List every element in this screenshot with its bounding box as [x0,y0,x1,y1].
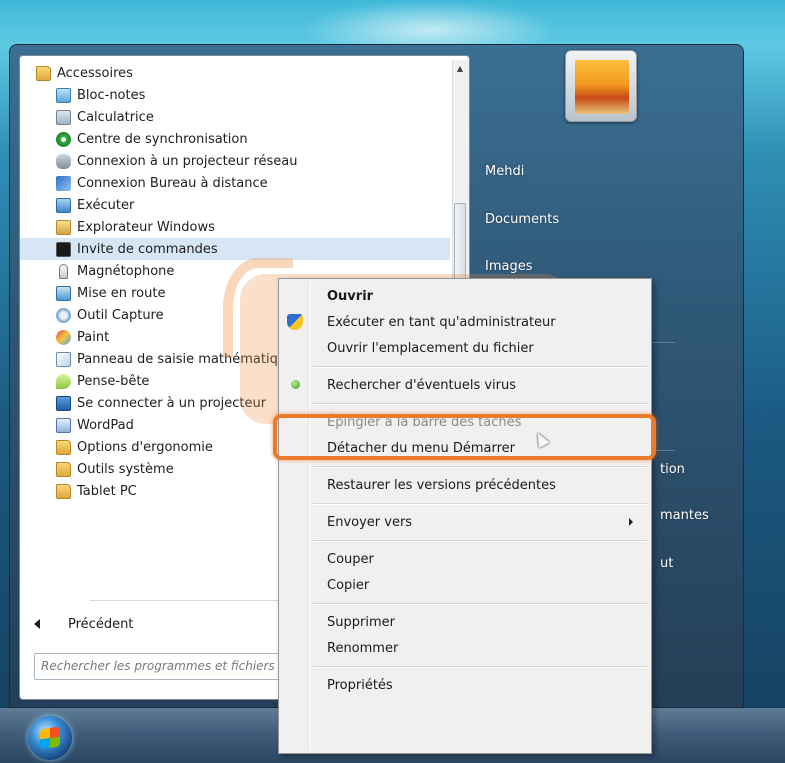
context-menu-label: Propriétés [327,677,393,693]
folder-icon [36,65,51,81]
menu-separator [313,666,647,668]
program-label: Explorateur Windows [77,219,215,235]
program-item[interactable]: Calculatrice [20,106,450,128]
remote-desktop-icon [56,175,71,191]
context-menu-item[interactable]: Envoyer vers [279,509,651,535]
images-link[interactable]: Images [485,259,533,274]
back-arrow-icon [34,619,40,629]
program-label: Mise en route [77,285,166,301]
sync-center-icon [56,131,71,147]
antivirus-icon [291,380,300,389]
right-pane-item-partial-1[interactable]: tion [660,462,685,477]
menu-separator [313,540,647,542]
context-menu-label: Exécuter en tant qu'administrateur [327,314,556,330]
context-menu-label: Ouvrir l'emplacement du fichier [327,340,534,356]
program-label: Calculatrice [77,109,154,125]
program-label: Se connecter à un projecteur [77,395,267,411]
context-menu-item[interactable]: Rechercher d'éventuels virus [279,372,651,398]
math-input-icon [56,351,71,367]
folder-icon [56,461,71,477]
folder-icon [56,439,71,455]
documents-link[interactable]: Documents [485,212,559,227]
program-label: Options d'ergonomie [77,439,213,455]
program-label: Exécuter [77,197,135,213]
context-menu-item[interactable]: Ouvrir l'emplacement du fichier [279,335,651,361]
back-label: Précédent [68,616,134,632]
user-picture-icon [575,60,629,114]
menu-separator [313,403,647,405]
context-menu-label: Envoyer vers [327,514,413,530]
network-projector-icon [56,153,71,169]
program-label: Centre de synchronisation [77,131,248,147]
program-label: Paint [77,329,110,345]
program-item[interactable]: Centre de synchronisation [20,128,450,150]
menu-separator [313,466,647,468]
program-label: Connexion Bureau à distance [77,175,268,191]
program-label: WordPad [77,417,134,433]
scroll-up-icon[interactable]: ▲ [455,64,465,74]
right-pane-item-partial-2[interactable]: mantes [660,508,709,523]
submenu-arrow-icon [629,518,633,526]
program-item[interactable]: Exécuter [20,194,450,216]
sticky-notes-icon [56,373,71,389]
sound-recorder-icon [59,263,68,279]
context-menu-label: Ouvrir [327,288,374,304]
context-menu: Ouvrir Exécuter en tant qu'administrateur… [278,278,652,754]
context-menu-label: Couper [327,551,374,567]
connect-projector-icon [56,395,71,411]
context-menu-item[interactable]: Restaurer les versions précédentes [279,472,651,498]
snipping-tool-icon [56,307,71,323]
program-label: Invite de commandes [77,241,218,257]
context-menu-item[interactable]: Supprimer [279,609,651,635]
getting-started-icon [56,285,71,301]
command-prompt-icon [56,241,71,257]
windows-logo-icon [40,726,60,750]
program-label: Outil Capture [77,307,164,323]
calculator-icon [56,109,71,125]
context-menu-label: Supprimer [327,614,395,630]
user-folder-link[interactable]: Mehdi [485,164,524,179]
context-menu-label: Copier [327,577,370,593]
folder-icon [56,483,71,499]
notepad-icon [56,87,71,103]
program-item[interactable]: Explorateur Windows [20,216,450,238]
program-label: Connexion à un projecteur réseau [77,153,298,169]
run-icon [56,197,71,213]
uac-shield-icon [287,314,303,330]
context-menu-item[interactable]: Couper [279,546,651,572]
paint-icon [56,329,71,345]
program-item[interactable]: Invite de commandes [20,238,450,260]
program-label: Tablet PC [77,483,137,499]
menu-separator [313,366,647,368]
context-menu-item[interactable]: Renommer [279,635,651,661]
right-pane-item-partial-3[interactable]: ut [660,556,673,571]
context-menu-item[interactable]: Ouvrir [279,283,651,309]
back-button[interactable]: Précédent [34,612,133,636]
menu-separator [313,603,647,605]
program-label: Pense-bête [77,373,150,389]
program-item[interactable]: Connexion Bureau à distance [20,172,450,194]
program-label: Outils système [77,461,174,477]
highlight-annotation-frame [273,414,656,460]
program-label: Bloc-notes [77,87,146,103]
program-item[interactable]: Connexion à un projecteur réseau [20,150,450,172]
program-item[interactable]: Bloc-notes [20,84,450,106]
explorer-icon [56,219,71,235]
context-menu-label: Restaurer les versions précédentes [327,477,556,493]
menu-separator [313,503,647,505]
context-menu-item[interactable]: Exécuter en tant qu'administrateur [279,309,651,335]
context-menu-label: Renommer [327,640,399,656]
context-menu-item[interactable]: Propriétés [279,672,651,698]
wordpad-icon [56,417,71,433]
program-label: Panneau de saisie mathématique [77,351,295,367]
user-avatar[interactable] [565,50,637,122]
program-item[interactable]: Accessoires [20,62,450,84]
program-label: Magnétophone [77,263,175,279]
context-menu-label: Rechercher d'éventuels virus [327,377,517,393]
program-label: Accessoires [57,65,133,81]
context-menu-item[interactable]: Copier [279,572,651,598]
